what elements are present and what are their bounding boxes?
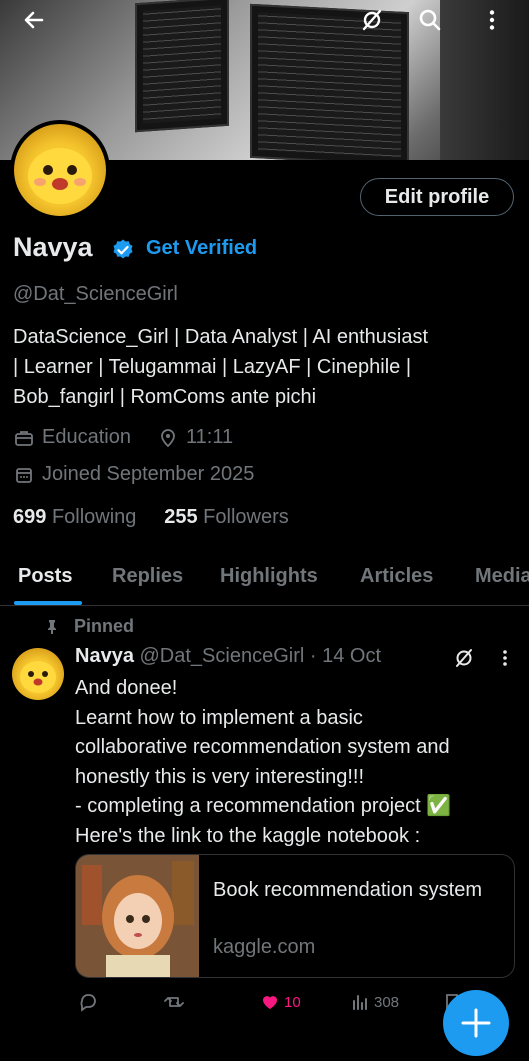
post-author-handle[interactable]: @Dat_ScienceGirl · 14 Oct [140,645,382,667]
repost-button[interactable] [164,992,188,1012]
tab-highlights[interactable]: Highlights [220,565,318,588]
like-count: 10 [284,993,301,1011]
tab-replies[interactable]: Replies [112,565,183,588]
reply-icon [80,994,96,1012]
briefcase-icon [15,430,33,446]
views-icon [353,995,367,1010]
post-line: - completing a recommendation project ✅ [75,795,452,817]
profile-handle: @Dat_ScienceGirl [13,283,178,305]
search-button[interactable] [412,2,448,38]
hide-icon [456,649,472,667]
views-button[interactable]: 308 [350,992,399,1012]
pinned-label: Pinned [74,616,135,636]
get-verified-link[interactable]: Get Verified [146,237,257,260]
more-icon [503,650,507,666]
profile-tabs: Posts Replies Highlights Articles Media [0,563,529,606]
active-tab-indicator [14,601,82,605]
compose-post-button[interactable] [443,990,509,1056]
repost-icon [164,997,184,1007]
post-more-button[interactable] [490,641,520,675]
bio-line: | Learner | Telugammai | LazyAF | Cineph… [13,356,412,378]
search-icon [419,9,441,31]
bio-line: Bob_fangirl | RomComs ante pichi [13,386,317,408]
pinned-indicator: Pinned [44,616,134,637]
more-icon [489,10,495,30]
tab-posts[interactable]: Posts [18,565,72,588]
profile-location: 11:11 [158,426,233,449]
post-line: collaborative recommendation system and [75,736,450,758]
banner-monitor-left [135,0,229,133]
post-line: Here's the link to the kaggle notebook : [75,824,421,847]
back-button[interactable] [16,2,52,38]
plus-icon [461,1008,491,1038]
views-count: 308 [374,993,400,1011]
reply-button[interactable] [78,992,102,1012]
following-link[interactable]: 699 Following [13,506,136,528]
hide-icon [362,9,382,31]
link-card-title: Book recommendation system [213,879,483,901]
calendar-icon [16,467,32,483]
hide-button[interactable] [354,2,390,38]
followers-count: 255 [164,506,198,528]
category-text: Education [42,426,131,448]
link-card[interactable]: Book recommendation system kaggle.com [75,854,515,978]
edit-profile-button[interactable]: Edit profile [360,178,514,216]
profile-bio: DataScience_Girl | Data Analyst | AI ent… [13,322,513,412]
post-author-name[interactable]: Navya [75,645,134,667]
post-text: And donee! Learnt how to implement a bas… [75,674,520,851]
location-pin-icon [161,428,175,447]
followers-link[interactable]: 255 Followers [164,506,289,528]
more-button[interactable] [474,2,510,38]
location-text: 11:11 [186,426,234,448]
post-line: And donee! [75,677,178,699]
like-button[interactable]: 10 [260,992,301,1012]
post-line: Learnt how to implement a basic [75,706,363,729]
profile-name: Navya [13,232,93,262]
following-count: 699 [13,506,47,528]
post-hide-button[interactable] [446,641,482,675]
bio-line: DataScience_Girl | Data Analyst | AI ent… [13,326,429,348]
post-header: Navya @Dat_ScienceGirl · 14 Oct [75,645,381,668]
profile-joined: Joined September 2025 [14,463,254,486]
profile-counts: 699 Following 255 Followers [13,506,289,529]
profile-avatar[interactable] [10,120,110,220]
link-card-image [76,855,199,977]
link-card-domain: kaggle.com [213,936,316,958]
followers-label: Followers [203,506,289,528]
pin-icon [48,619,56,634]
tab-media[interactable]: Media [475,565,529,588]
post-line: honestly this is very interesting!!! [75,765,365,788]
profile-category: Education [14,426,131,449]
arrow-left-icon [24,11,44,29]
illustration-girl-reading [76,855,199,977]
following-label: Following [51,506,137,528]
verified-badge-icon[interactable] [111,238,135,262]
joined-text: Joined September 2025 [42,463,255,485]
post-author-avatar[interactable] [12,648,64,700]
avatar-illustration [28,148,92,204]
avatar-illustration [20,661,56,693]
heart-icon [263,996,277,1009]
tab-articles[interactable]: Articles [360,565,433,588]
